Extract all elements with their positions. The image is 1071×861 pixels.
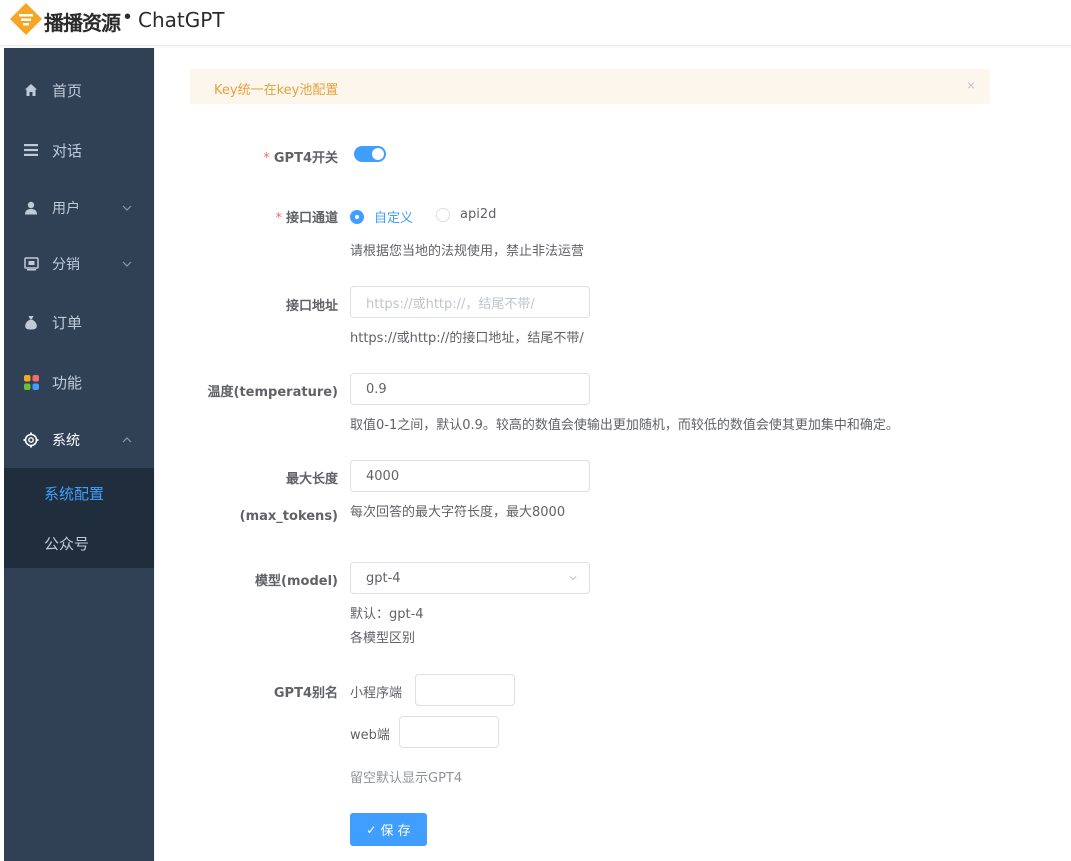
mini-program-alias-input[interactable] xyxy=(415,674,515,706)
toggle-knob xyxy=(372,148,384,160)
chevron-up-icon xyxy=(122,437,132,443)
brand-name: 播播资源 xyxy=(44,11,121,35)
brand-separator: • xyxy=(124,6,132,28)
api-url-input[interactable]: https://或http://，结尾不带/ xyxy=(350,286,590,318)
submenu-item-label: 系统配置 xyxy=(44,484,105,503)
home-icon xyxy=(23,82,39,98)
alias-hint: 留空默认显示GPT4 xyxy=(350,771,463,786)
apps-icon xyxy=(23,374,39,390)
alert-text: Key统一在key池配置 xyxy=(214,83,339,98)
chevron-down-icon xyxy=(569,576,577,581)
max-tokens-label-2: (max_tokens) xyxy=(239,509,338,524)
sidebar-item-system[interactable]: 系统 xyxy=(4,412,154,468)
content-divider xyxy=(154,48,170,861)
save-button-label: 保 存 xyxy=(380,824,411,839)
radio-custom[interactable]: 自定义 xyxy=(350,207,413,226)
max-tokens-input[interactable]: 4000 xyxy=(350,460,590,492)
submenu-item-label: 公众号 xyxy=(44,534,90,553)
info-alert: Key统一在key池配置 × xyxy=(190,69,990,104)
sidebar-item-label: 订单 xyxy=(52,313,83,332)
web-label: web端 xyxy=(350,728,390,743)
radio-api2d[interactable]: api2d xyxy=(436,207,496,222)
sidebar-item-label: 首页 xyxy=(52,81,83,100)
sidebar-item-label: 分销 xyxy=(52,257,80,273)
channel-label: * 接口通道 xyxy=(275,211,338,226)
app-name: ChatGPT xyxy=(138,8,225,32)
gpt4-toggle[interactable] xyxy=(354,146,386,162)
temperature-hint: 取值0-1之间，默认0.9。较高的数值会使输出更加随机，而较低的数值会使其更加集… xyxy=(350,418,899,433)
sidebar: 首页 对话 用户 分销 订单 功能 系统 系统配置 公众号 xyxy=(4,48,154,861)
max-tokens-label: 最大长度 xyxy=(285,472,338,487)
sidebar-item-label: 功能 xyxy=(52,373,83,392)
radio-dot xyxy=(436,207,450,222)
gpt4-switch-label: * GPT4开关 xyxy=(263,151,338,166)
save-button[interactable]: ✓ 保 存 xyxy=(350,813,427,846)
user-icon xyxy=(23,200,39,216)
mini-program-label: 小程序端 xyxy=(350,686,403,701)
sidebar-item-label: 对话 xyxy=(52,141,83,160)
sidebar-item-label: 用户 xyxy=(52,201,80,217)
channel-hint: 请根据您当地的法规使用，禁止非法运营 xyxy=(350,244,585,259)
model-label: 模型(model) xyxy=(255,574,338,589)
submenu-item-system-config[interactable]: 系统配置 xyxy=(4,468,154,518)
model-difference-link[interactable]: 各模型区别 xyxy=(350,627,415,646)
submenu-item-official-account[interactable]: 公众号 xyxy=(4,518,154,568)
model-default-hint: 默认：gpt-4 xyxy=(350,607,424,622)
api-url-hint: https://或http://的接口地址，结尾不带/ xyxy=(350,331,584,346)
model-select-value: gpt-4 xyxy=(366,570,401,586)
check-icon: ✓ xyxy=(366,822,377,837)
chevron-down-icon xyxy=(122,205,132,211)
sidebar-item-features[interactable]: 功能 xyxy=(4,354,154,410)
model-select[interactable]: gpt-4 xyxy=(350,562,590,594)
logo-icon xyxy=(10,3,42,35)
max-tokens-hint: 每次回答的最大字符长度，最大8000 xyxy=(350,505,566,520)
top-header: 播播资源 • ChatGPT xyxy=(0,0,1071,46)
menu-icon xyxy=(23,142,39,158)
sidebar-item-users[interactable]: 用户 xyxy=(4,180,154,236)
sidebar-item-chat[interactable]: 对话 xyxy=(4,122,154,178)
sidebar-item-distribution[interactable]: 分销 xyxy=(4,236,154,292)
sidebar-item-orders[interactable]: 订单 xyxy=(4,294,154,350)
temperature-input[interactable]: 0.9 xyxy=(350,373,590,405)
radio-dot xyxy=(350,209,364,224)
temperature-label: 温度(temperature) xyxy=(207,385,338,400)
sidebar-item-home[interactable]: 首页 xyxy=(4,62,154,118)
web-alias-input[interactable] xyxy=(399,716,499,748)
close-icon[interactable]: × xyxy=(967,77,975,93)
api-url-label: 接口地址 xyxy=(285,299,338,314)
money-bag-icon xyxy=(23,314,39,330)
distribution-icon xyxy=(23,256,39,272)
chevron-down-icon xyxy=(122,261,132,267)
system-submenu: 系统配置 公众号 xyxy=(4,468,154,568)
alias-label: GPT4别名 xyxy=(273,686,338,701)
gear-icon xyxy=(23,432,39,448)
sidebar-item-label: 系统 xyxy=(52,433,80,449)
